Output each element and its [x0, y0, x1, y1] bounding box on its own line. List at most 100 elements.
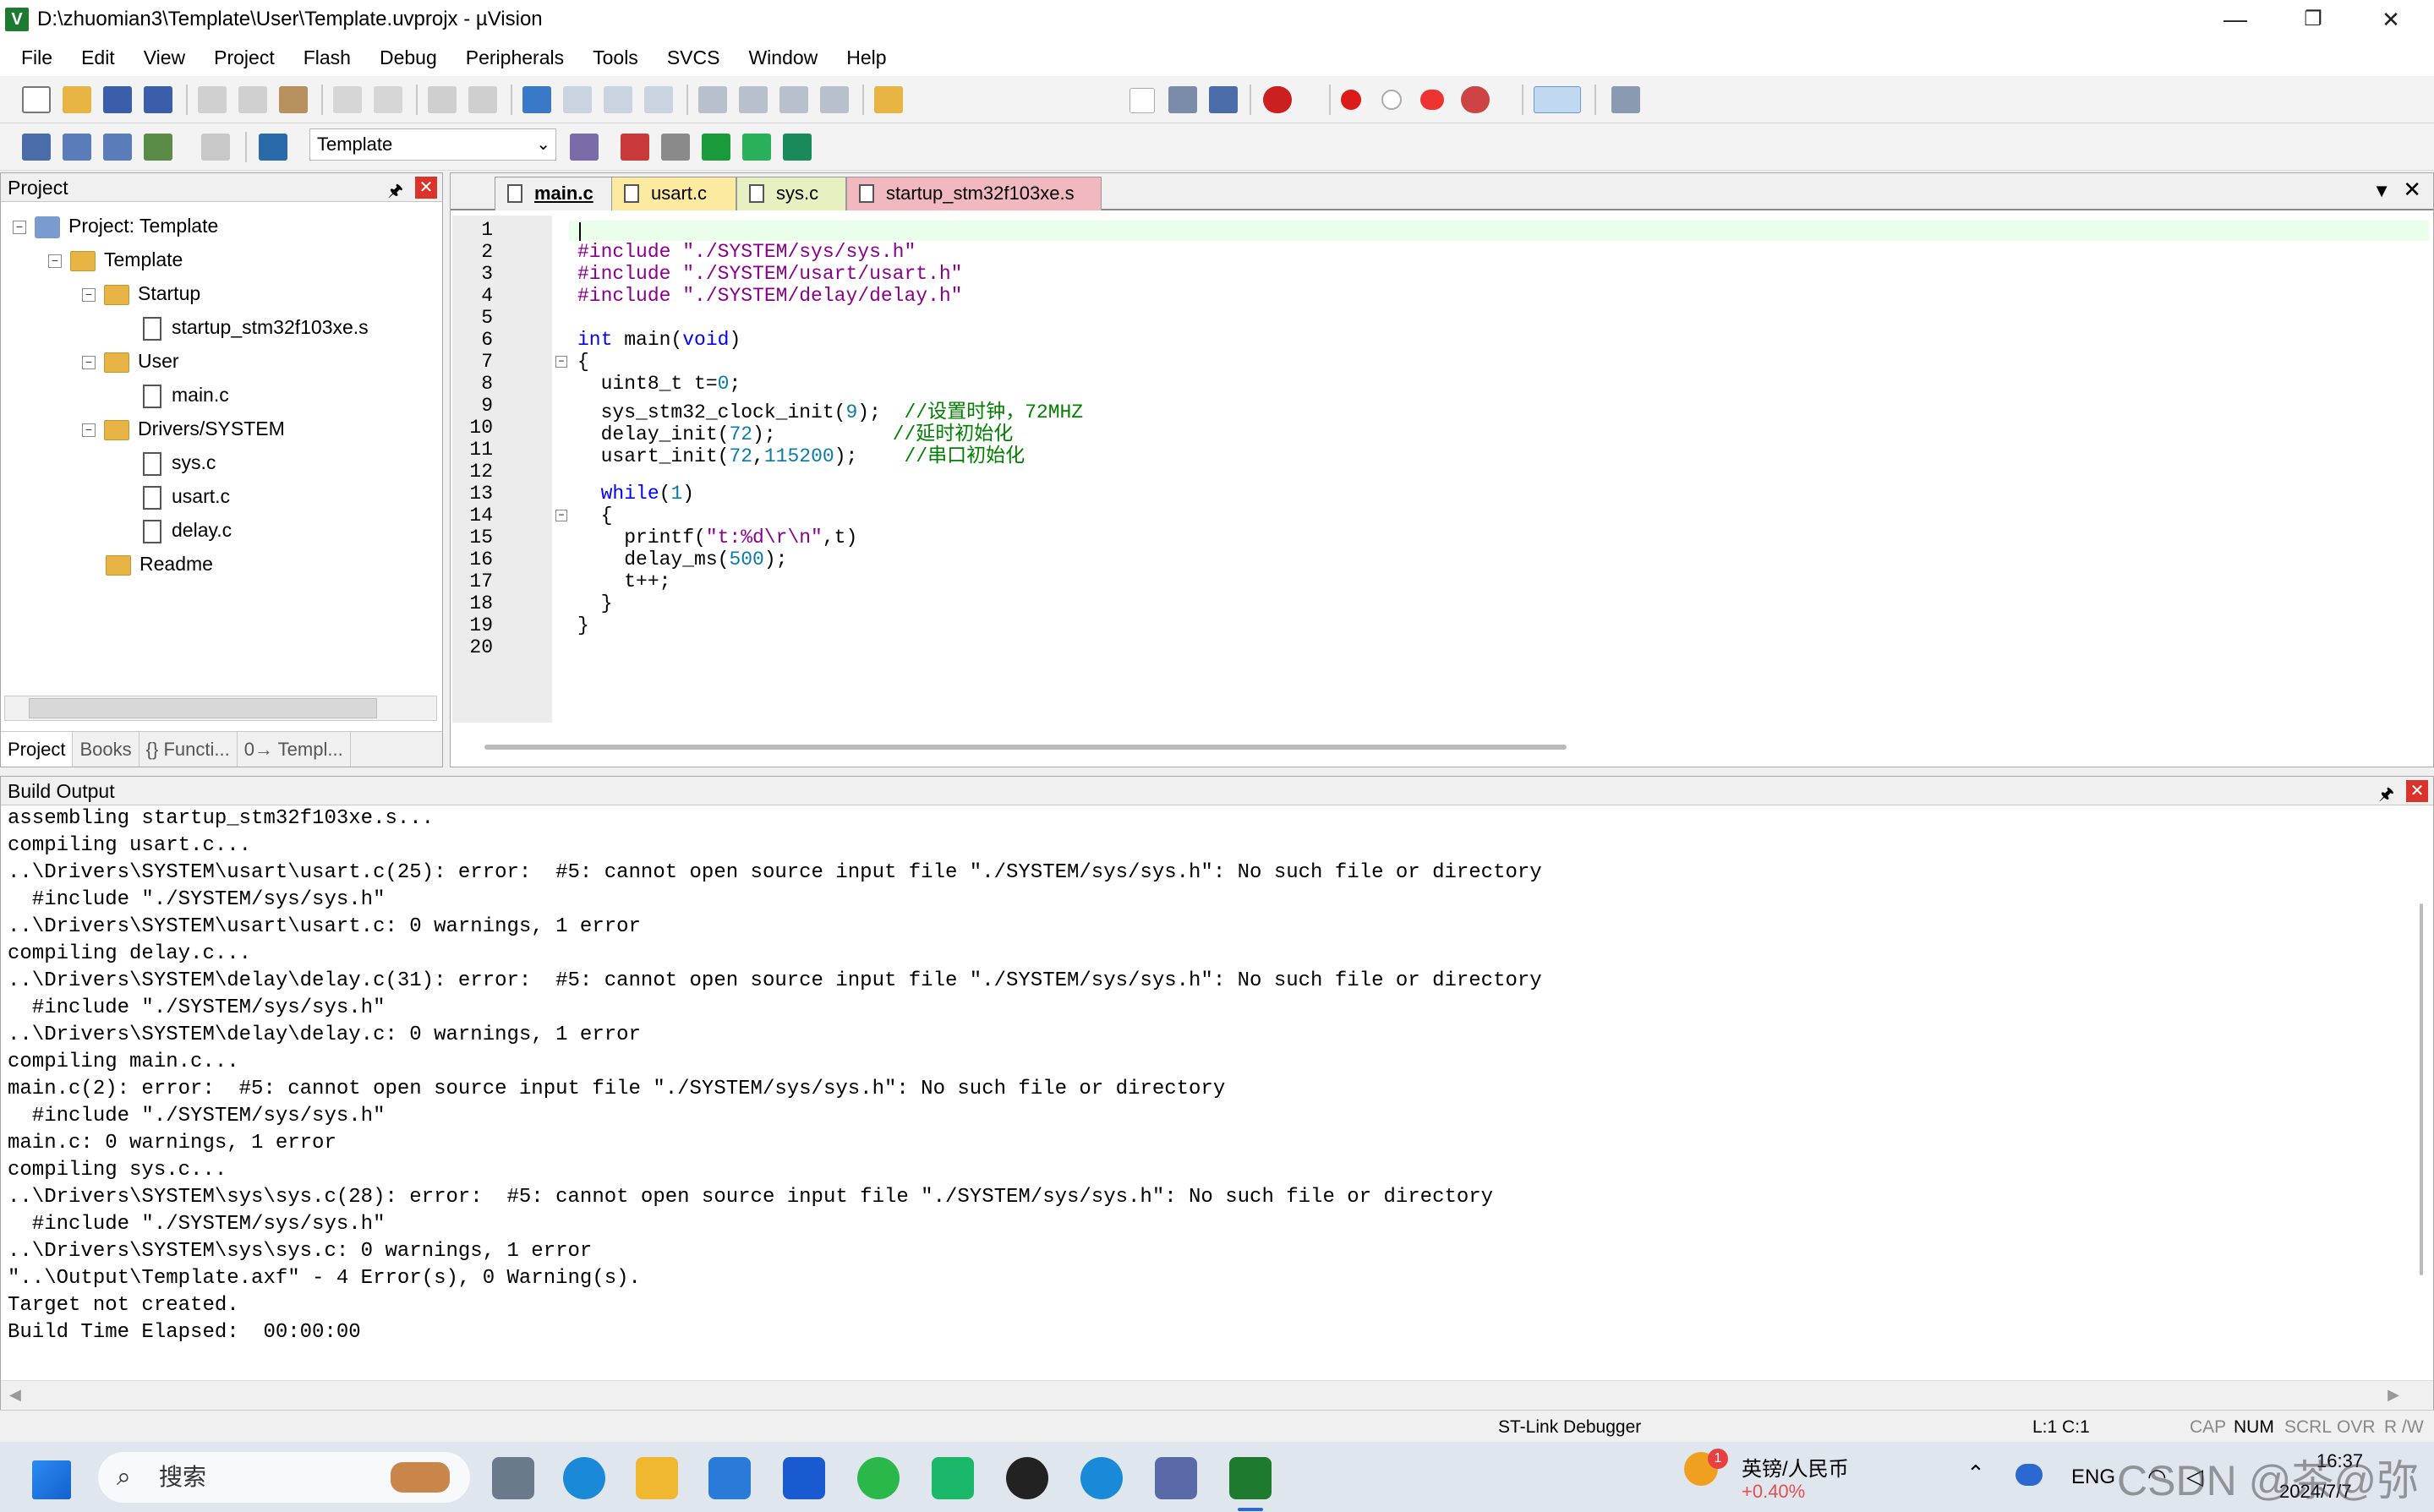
close-pane-icon[interactable]: ✕ [415, 177, 437, 199]
collapse-icon[interactable]: − [13, 220, 26, 234]
language-indicator[interactable]: ENG [2071, 1466, 2115, 1489]
menu-file[interactable]: File [7, 46, 67, 69]
target-options-icon[interactable] [570, 134, 599, 161]
maximize-button[interactable]: ❐ [2274, 0, 2352, 39]
wechat-icon[interactable] [857, 1457, 900, 1499]
find-icon[interactable] [1168, 86, 1197, 113]
pin-icon[interactable]: 🖈 [388, 177, 404, 205]
tree-item-project-root[interactable]: − Project: Template [13, 210, 218, 241]
incremental-find-icon[interactable] [1209, 86, 1238, 113]
pack-installer-icon[interactable] [742, 134, 771, 161]
minimize-button[interactable]: — [2196, 0, 2274, 39]
translate-icon[interactable] [22, 134, 51, 161]
tree-item-file-usart[interactable]: usart.c [143, 481, 230, 511]
copy-icon[interactable] [238, 86, 267, 113]
start-debug-icon[interactable] [1263, 86, 1292, 113]
file-explorer-icon[interactable] [636, 1457, 678, 1499]
tab-functions[interactable]: {} Functi... [139, 732, 238, 767]
menu-window[interactable]: Window [734, 46, 832, 69]
onedrive-icon[interactable] [2016, 1464, 2043, 1486]
manage-multi-project-icon[interactable] [661, 134, 690, 161]
edge-browser-icon[interactable] [563, 1457, 605, 1499]
redo-icon[interactable] [374, 86, 402, 113]
ms-store-icon[interactable] [708, 1457, 751, 1499]
tree-item-group-drivers-system[interactable]: − Drivers/SYSTEM [82, 413, 285, 444]
tree-item-file-main[interactable]: main.c [143, 379, 229, 410]
insert-breakpoint-icon[interactable] [1341, 90, 1361, 110]
collapse-icon[interactable]: − [82, 355, 96, 369]
tree-item-group-user[interactable]: − User [82, 346, 179, 376]
messaging-app-icon[interactable] [932, 1457, 974, 1499]
cut-icon[interactable] [198, 86, 227, 113]
collapse-icon[interactable]: − [82, 423, 96, 437]
navigate-back-icon[interactable] [428, 86, 457, 113]
close-tab-icon[interactable]: ✕ [2403, 177, 2421, 203]
editor-hscrollbar[interactable] [484, 745, 1567, 750]
tab-books[interactable]: Books [73, 732, 139, 767]
find-dropdown-icon[interactable] [1129, 88, 1155, 113]
scroll-right-icon[interactable]: ▶ [2388, 1386, 2399, 1404]
manage-rte-icon[interactable] [783, 134, 812, 161]
build-hscrollbar[interactable]: ◀ ▶ [1, 1380, 2433, 1411]
tab-list-dropdown-icon[interactable]: ▼ [2372, 180, 2391, 202]
menu-view[interactable]: View [129, 46, 200, 69]
tree-item-file-delay[interactable]: delay.c [143, 515, 232, 545]
calculator-app-icon[interactable] [1155, 1457, 1197, 1499]
target-select[interactable]: Template ⌄ [309, 128, 556, 161]
configure-tools-icon[interactable] [1611, 86, 1640, 113]
close-pane-icon[interactable]: ✕ [2406, 780, 2428, 802]
unindent-icon[interactable] [739, 86, 768, 113]
tab-project[interactable]: Project [1, 732, 74, 767]
disable-breakpoints-icon[interactable] [1420, 90, 1444, 110]
build-vscrollbar[interactable] [2420, 903, 2423, 1275]
tree-item-file-sys[interactable]: sys.c [143, 447, 216, 478]
batch-build-icon[interactable] [144, 134, 172, 161]
edge-dev-icon[interactable] [1080, 1457, 1123, 1499]
task-view-icon[interactable] [492, 1457, 534, 1499]
tab-sys-c[interactable]: sys.c [736, 177, 846, 210]
security-app-icon[interactable] [783, 1457, 825, 1499]
menu-tools[interactable]: Tools [578, 46, 653, 69]
taskbar-search[interactable]: ⌕ 搜索 [98, 1452, 470, 1503]
chevron-down-icon[interactable]: ⌄ [536, 129, 550, 160]
project-hscrollbar[interactable] [4, 696, 437, 721]
navigate-forward-icon[interactable] [468, 86, 497, 113]
stock-name[interactable]: 英镑/人民币 [1742, 1452, 1849, 1482]
uvision-taskbar-icon[interactable] [1229, 1457, 1272, 1499]
tab-main-c[interactable]: main.c [495, 177, 630, 210]
download-load-icon[interactable] [259, 134, 287, 161]
tab-usart-c[interactable]: usart.c [611, 177, 736, 210]
scrollbar-thumb[interactable] [29, 698, 377, 718]
new-file-icon[interactable] [22, 86, 51, 113]
save-icon[interactable] [103, 86, 132, 113]
paste-icon[interactable] [279, 86, 308, 113]
windows-start-icon[interactable] [32, 1460, 71, 1499]
save-all-icon[interactable] [144, 86, 172, 113]
rebuild-icon[interactable] [103, 134, 132, 161]
menu-help[interactable]: Help [832, 46, 900, 69]
open-file-icon[interactable] [63, 86, 91, 113]
configure-window-icon[interactable] [1534, 86, 1581, 113]
manage-project-items-icon[interactable] [621, 134, 649, 161]
collapse-icon[interactable]: − [48, 254, 62, 268]
fold-toggle-icon[interactable]: − [555, 356, 567, 368]
prev-bookmark-icon[interactable] [563, 86, 592, 113]
tree-item-file-startup[interactable]: startup_stm32f103xe.s [143, 312, 369, 342]
stop-build-icon[interactable] [201, 134, 230, 161]
pin-icon[interactable]: 🖈 [2379, 780, 2395, 809]
tree-item-group-readme[interactable]: Readme [106, 549, 213, 579]
build-icon[interactable] [63, 134, 91, 161]
comment-icon[interactable] [779, 86, 808, 113]
tab-templates[interactable]: 0→ Templ... [238, 732, 351, 767]
menu-svcs[interactable]: SVCS [653, 46, 735, 69]
qq-icon[interactable] [1006, 1457, 1048, 1499]
menu-flash[interactable]: Flash [289, 46, 365, 69]
collapse-icon[interactable]: − [82, 287, 96, 302]
chevron-up-icon[interactable]: ⌃ [1966, 1460, 1985, 1487]
menu-peripherals[interactable]: Peripherals [451, 46, 578, 69]
uncomment-icon[interactable] [820, 86, 849, 113]
scroll-left-icon[interactable]: ◀ [9, 1386, 21, 1404]
kill-breakpoints-icon[interactable] [1461, 86, 1490, 113]
indent-icon[interactable] [698, 86, 727, 113]
code-area[interactable]: 1 2 3 4 5 6 7 8 9 10 11 12 13 14 15 16 17 18 19 20 #include… [452, 216, 2431, 723]
